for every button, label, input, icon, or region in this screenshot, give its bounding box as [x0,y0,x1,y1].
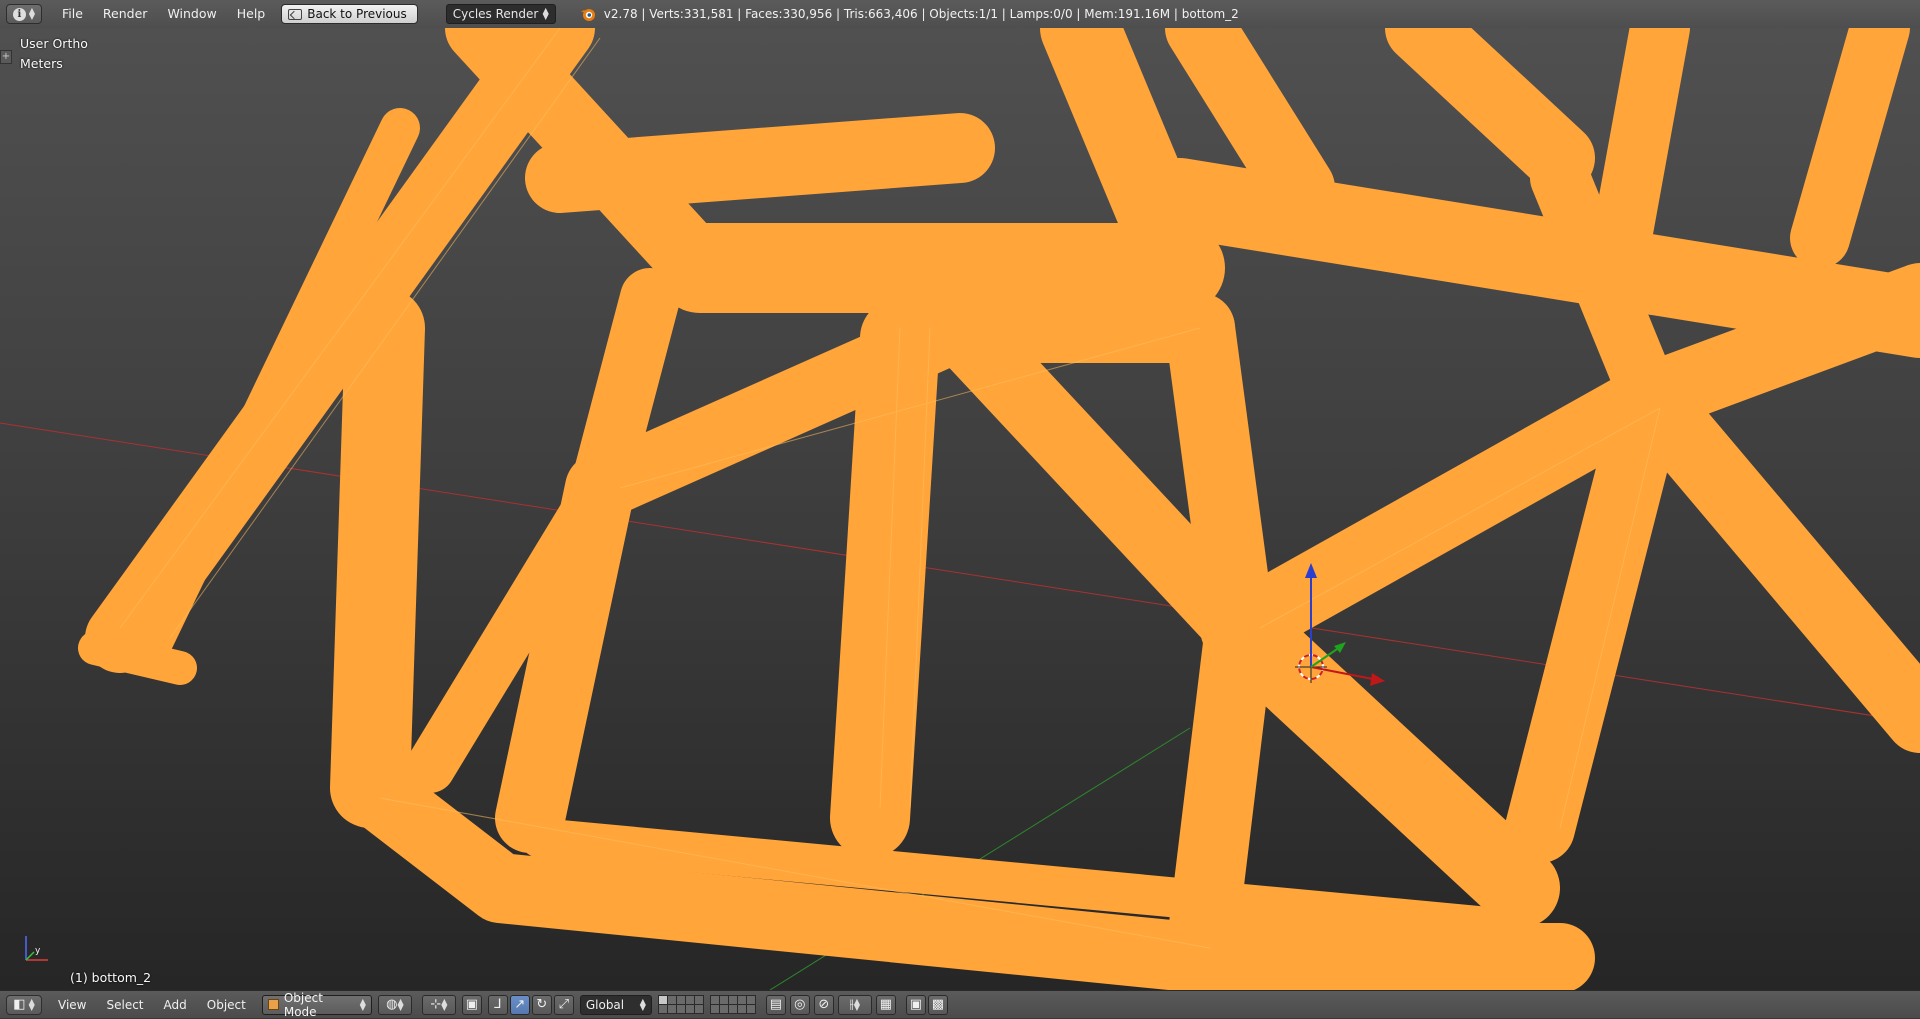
snap-element-select[interactable]: ⫲ ▲ ▼ [837,994,872,1015]
pivot-icon: ⊹ [430,997,442,1012]
render-animation-icon: ▩ [931,997,944,1012]
layer-block-1[interactable] [657,995,704,1014]
3d-view-header: ◧ ▲ ▼ View Select Add Object Object Mode … [0,990,1920,1019]
wireframe-mesh [78,28,1920,990]
orientation-axes-icon: y [25,936,48,961]
blender-logo-icon [580,9,595,21]
menu-view[interactable]: View [48,992,96,1018]
back-icon [288,8,303,20]
active-object-label: (1) bottom_2 [70,970,152,985]
proportional-icon: ◎ [794,997,806,1012]
top-menu: File Render Window Help [52,0,275,28]
rotate-toggle[interactable]: ↻ [531,994,552,1015]
lock-icon: ▤ [769,997,782,1012]
view-name-label: User Ortho [20,36,88,51]
snap-toggle[interactable]: ⊘ [813,994,834,1015]
manipulator-toggle[interactable]: ⅃ [487,994,508,1015]
back-to-previous-button[interactable]: Back to Previous [281,4,418,24]
updown-arrows-icon: ▲ ▼ [639,996,646,1012]
snap-target-button[interactable]: ▦ [875,994,896,1015]
updown-arrows-icon: ▲ ▼ [441,996,448,1012]
view-menu-bar: View Select Add Object [48,992,256,1018]
transform-orientation-value: Global [585,997,625,1012]
scale-toggle[interactable]: ⤢ [553,994,574,1015]
back-to-previous-label: Back to Previous [307,7,407,21]
menu-window[interactable]: Window [157,0,226,28]
scene-statistics: v2.78 | Verts:331,581 | Faces:330,956 | … [603,7,1239,21]
interaction-mode-select[interactable]: Object Mode ▲ ▼ [261,991,372,1019]
viewport-shading-button[interactable]: ◍ ▲ ▼ [377,994,412,1015]
proportional-editing-button[interactable]: ◎ [789,994,810,1015]
snap-target-icon: ▦ [879,997,892,1012]
rotate-icon: ↻ [536,997,548,1012]
render-engine-select[interactable]: Cycles Render ▲ ▼ [445,4,556,24]
updown-arrows-icon: ▲ ▼ [542,6,549,21]
lock-layers-button[interactable]: ▤ [765,994,786,1015]
info-icon: i [12,7,26,21]
render-icon: ▣ [909,997,922,1012]
updown-arrows-icon: ▲ ▼ [359,996,366,1012]
updown-arrows-icon: ▲ ▼ [397,996,404,1012]
editor-type-button[interactable]: ◧ ▲ ▼ [6,994,42,1015]
transform-orientation-select[interactable]: Global ▲ ▼ [579,994,652,1015]
3d-view-icon: ◧ [13,997,26,1012]
updown-arrows-icon: ▲ ▼ [853,996,861,1012]
updown-arrows-icon: ▲ ▼ [28,6,36,21]
menu-add[interactable]: Add [154,992,197,1018]
3d-viewport[interactable]: + User Ortho Meters y (1) bottom_2 [0,28,1920,990]
scale-icon: ⤢ [558,997,570,1012]
blender-window: i ▲ ▼ File Render Window Help Back to Pre… [0,0,1920,1019]
editor-type-button[interactable]: i ▲ ▼ [6,4,42,24]
pivot-point-button[interactable]: ⊹ ▲ ▼ [421,994,456,1015]
manipulator-icon: ⅃ [494,997,502,1012]
viewport-shading-icon: ◍ [386,997,398,1012]
translate-icon: ↗ [514,997,526,1012]
pivot-align-icon: ▣ [465,997,478,1012]
opengl-render-animation-button[interactable]: ▩ [927,994,948,1015]
updown-arrows-icon: ▲ ▼ [28,996,35,1012]
units-label: Meters [20,56,63,71]
pivot-align-button[interactable]: ▣ [461,994,482,1015]
menu-select[interactable]: Select [96,992,153,1018]
render-engine-value: Cycles Render [452,7,539,21]
menu-help[interactable]: Help [227,0,276,28]
menu-file[interactable]: File [52,0,93,28]
info-header: i ▲ ▼ File Render Window Help Back to Pre… [0,0,1920,29]
interaction-mode-value: Object Mode [283,990,323,1019]
translate-toggle[interactable]: ↗ [509,994,530,1015]
opengl-render-button[interactable]: ▣ [905,994,926,1015]
menu-render[interactable]: Render [93,0,158,28]
object-mode-icon [267,999,279,1010]
viewport-scene [0,28,1920,990]
snap-icon: ⊘ [818,997,830,1012]
layer-block-2[interactable] [709,995,756,1014]
scene-layers [657,995,756,1014]
menu-object[interactable]: Object [197,992,256,1018]
svg-text:y: y [35,946,41,956]
tool-shelf-toggle[interactable]: + [0,50,12,64]
